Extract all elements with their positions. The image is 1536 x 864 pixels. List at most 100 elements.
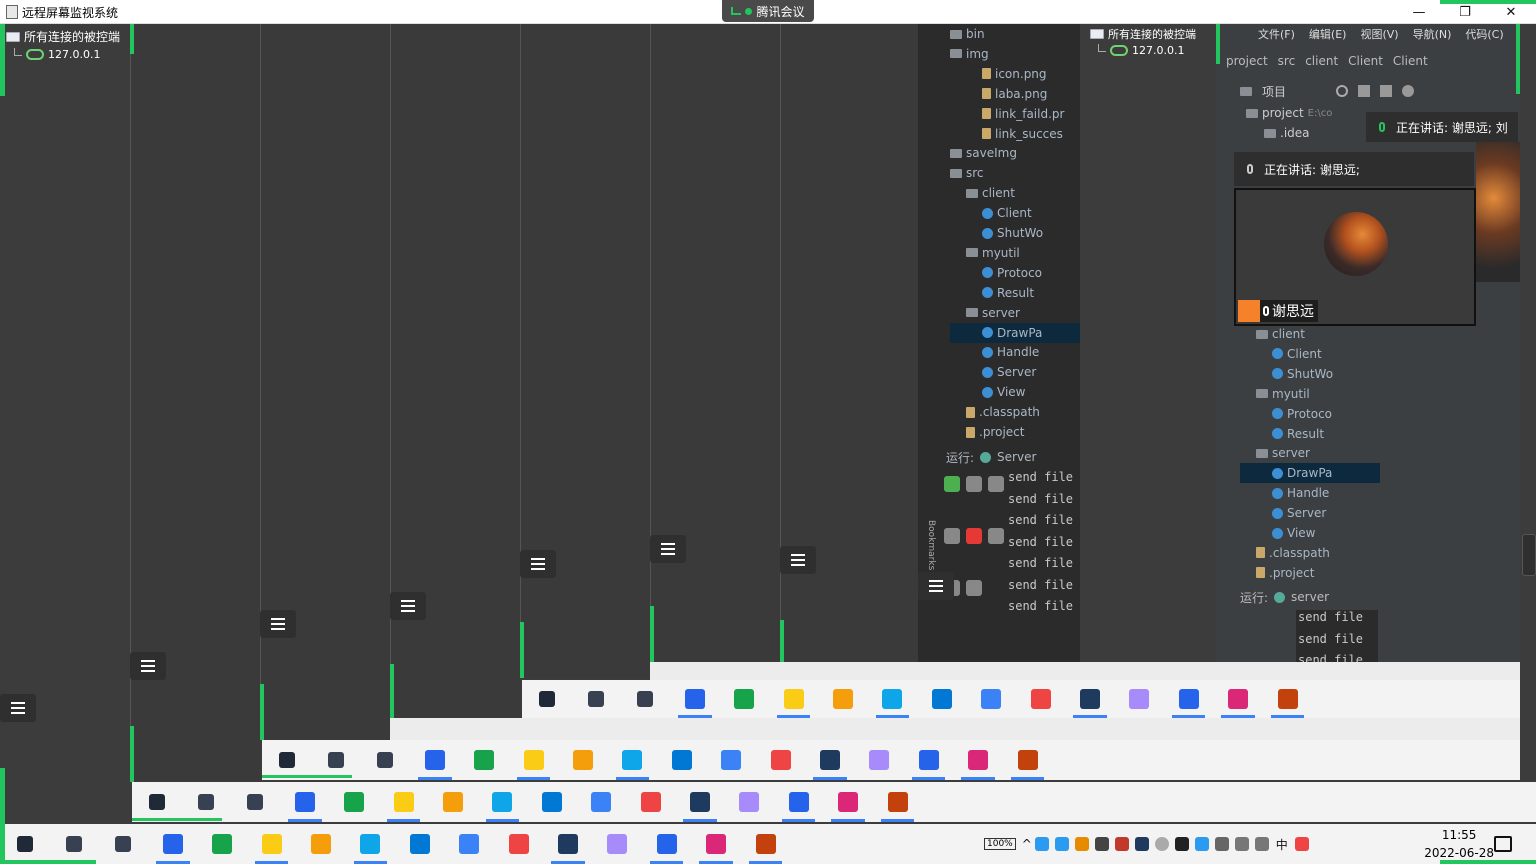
chrome-taskbar-button[interactable]	[494, 824, 543, 864]
nested-tree-client[interactable]: 127.0.0.1	[1098, 43, 1184, 57]
music-taskbar-button[interactable]	[769, 680, 818, 718]
tray-app-icon[interactable]	[1194, 837, 1209, 851]
project-tree-item[interactable]: Client	[1240, 344, 1322, 364]
sogou-input-icon[interactable]	[1294, 837, 1309, 851]
project-tree-item[interactable]: server	[1240, 443, 1310, 463]
project-tree-item[interactable]: ShutWo	[950, 223, 1043, 243]
todo-taskbar-button[interactable]	[148, 824, 197, 864]
run-config-name[interactable]: Server	[997, 450, 1036, 464]
project-tree-item[interactable]: src	[950, 163, 984, 183]
wrench-icon[interactable]	[988, 476, 1004, 492]
locate-icon[interactable]	[1336, 85, 1349, 97]
battery-indicator[interactable]: 100%	[984, 838, 1016, 850]
project-tree-item[interactable]: Server	[1240, 503, 1326, 523]
project-view-label[interactable]: 项目	[1262, 83, 1286, 100]
steam-taskbar-button[interactable]	[805, 740, 854, 780]
project-tree-item[interactable]: View	[1240, 523, 1315, 543]
nested-tree-root[interactable]: 所有连接的被控端	[1090, 26, 1196, 42]
search-taskbar-button[interactable]	[571, 680, 620, 718]
edge-taskbar-button[interactable]	[868, 680, 917, 718]
start-taskbar-button[interactable]	[0, 824, 49, 864]
down-arrow-icon[interactable]	[944, 528, 960, 544]
wps-taskbar-button[interactable]	[707, 740, 756, 780]
side-scroll-handle[interactable]	[1522, 534, 1536, 576]
collapse-icon[interactable]	[1358, 85, 1371, 97]
start-taskbar-button[interactable]	[132, 782, 181, 822]
menu-toggle-button[interactable]	[390, 592, 426, 620]
rerun-icon[interactable]	[944, 476, 960, 492]
chrome-taskbar-button[interactable]	[1016, 680, 1065, 718]
start-taskbar-button[interactable]	[522, 680, 571, 718]
wps-taskbar-button[interactable]	[967, 680, 1016, 718]
ide-menu-item[interactable]: 视图(V)	[1360, 26, 1398, 42]
project-tree-item[interactable]: laba.png	[950, 84, 1047, 104]
minimize-button[interactable]: —	[1396, 0, 1442, 24]
project-tree-item[interactable]: Protoco	[1240, 404, 1332, 424]
project-tree-item[interactable]: Server	[950, 362, 1036, 382]
settings-gear-icon[interactable]	[1402, 85, 1415, 97]
tray-app-icon[interactable]	[1034, 837, 1049, 851]
chrome-taskbar-button[interactable]	[626, 782, 675, 822]
menu-toggle-button[interactable]	[520, 550, 556, 578]
project-tree-item[interactable]: DrawPa	[950, 322, 1080, 343]
wifi-icon[interactable]	[1254, 837, 1269, 851]
task-view-taskbar-button[interactable]	[621, 680, 670, 718]
ide-project-root[interactable]: project E:\co	[1246, 106, 1332, 120]
java-taskbar-button[interactable]	[741, 824, 790, 864]
tree-client-node[interactable]: 127.0.0.1	[14, 47, 100, 61]
expand-icon[interactable]	[1380, 85, 1393, 97]
ide-idea-folder[interactable]: .idea	[1264, 126, 1310, 140]
project-tree-item[interactable]: .classpath	[1240, 543, 1330, 563]
tray-cat-icon[interactable]	[1134, 837, 1149, 851]
ime-indicator[interactable]: 中	[1276, 836, 1288, 853]
music-taskbar-button[interactable]	[247, 824, 296, 864]
project-tree-item[interactable]: img	[950, 44, 989, 64]
music-taskbar-button[interactable]	[379, 782, 428, 822]
show-hidden-icons-chevron-icon[interactable]: ^	[1022, 837, 1032, 851]
pycharm-taskbar-button[interactable]	[330, 782, 379, 822]
file-explorer-taskbar-button[interactable]	[558, 740, 607, 780]
project-tree-item[interactable]: .project	[950, 422, 1024, 442]
edge-taskbar-button[interactable]	[478, 782, 527, 822]
wps-taskbar-button[interactable]	[445, 824, 494, 864]
project-tree-item[interactable]: .classpath	[950, 402, 1040, 422]
pycharm-taskbar-button[interactable]	[460, 740, 509, 780]
project-tree-item[interactable]: ShutWo	[1240, 364, 1333, 384]
todo-taskbar-button[interactable]	[280, 782, 329, 822]
project-tree-item[interactable]: Protoco	[950, 263, 1042, 283]
intellij-taskbar-button[interactable]	[823, 782, 872, 822]
breadcrumb-item[interactable]: project	[1226, 54, 1268, 68]
java-taskbar-button[interactable]	[1003, 740, 1052, 780]
project-tree-item[interactable]: bin	[950, 24, 985, 44]
task-view-taskbar-button[interactable]	[231, 782, 280, 822]
pycharm-taskbar-button[interactable]	[720, 680, 769, 718]
breadcrumb-item[interactable]: Client	[1348, 54, 1383, 68]
participant-video-tile[interactable]: 谢思远	[1234, 188, 1476, 326]
volume-icon[interactable]	[1234, 837, 1249, 851]
tencent-meeting-taskbar-button[interactable]	[642, 824, 691, 864]
project-tree-item[interactable]: .project	[1240, 563, 1314, 583]
menu-toggle-button[interactable]	[780, 546, 816, 574]
project-view-icon[interactable]	[1240, 86, 1252, 96]
project-tree-item[interactable]: client	[950, 183, 1015, 203]
meeting-badge[interactable]: 腾讯会议	[722, 0, 814, 22]
stop-icon[interactable]	[966, 528, 982, 544]
project-tree-item[interactable]: Result	[950, 283, 1034, 303]
project-tree-item[interactable]: View	[950, 382, 1025, 402]
file-explorer-taskbar-button[interactable]	[428, 782, 477, 822]
tray-terminal-icon[interactable]	[1094, 837, 1109, 851]
java-taskbar-button[interactable]	[1263, 680, 1312, 718]
task-view-taskbar-button[interactable]	[99, 824, 148, 864]
chrome-taskbar-button[interactable]	[756, 740, 805, 780]
vscode-taskbar-button[interactable]	[917, 680, 966, 718]
search-taskbar-button[interactable]	[181, 782, 230, 822]
tencent-meeting-taskbar-button[interactable]	[774, 782, 823, 822]
project-tree-item[interactable]: DrawPa	[1240, 463, 1380, 484]
project-tree-item[interactable]: Client	[950, 203, 1032, 223]
print-icon[interactable]	[966, 580, 982, 596]
game-taskbar-button[interactable]	[855, 740, 904, 780]
pycharm-taskbar-button[interactable]	[198, 824, 247, 864]
game-taskbar-button[interactable]	[1115, 680, 1164, 718]
search-taskbar-button[interactable]	[49, 824, 98, 864]
notification-icon[interactable]	[1494, 836, 1512, 852]
